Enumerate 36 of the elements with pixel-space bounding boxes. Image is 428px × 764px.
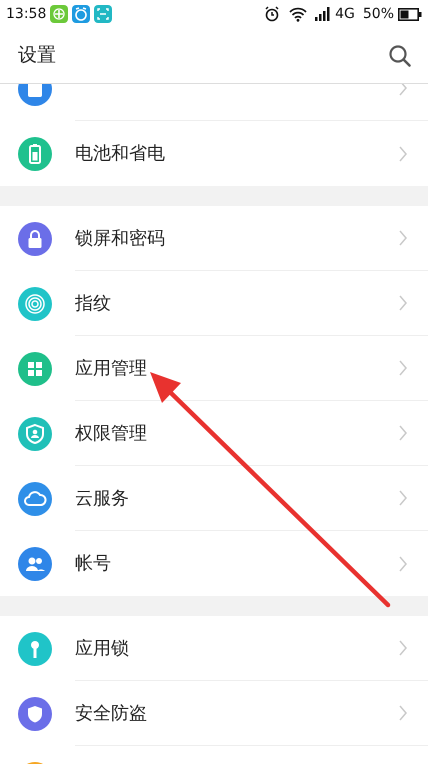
settings-item[interactable]: 云服务: [0, 466, 428, 531]
settings-item[interactable]: 帐号: [0, 531, 428, 596]
chevron-icon: [398, 359, 408, 377]
item-label: 安全防盗: [75, 702, 147, 726]
alarm-icon: [264, 6, 280, 22]
chevron-icon: [398, 294, 408, 312]
item-label: 帐号: [75, 552, 111, 576]
item-label: 应用管理: [75, 356, 147, 380]
settings-item[interactable]: 指纹: [0, 271, 428, 336]
item-label: 应用锁: [75, 636, 129, 660]
page-title: 设置: [18, 43, 56, 68]
network-type: 4G: [335, 4, 355, 24]
chevron-icon: [398, 144, 408, 162]
item-label: 指纹: [75, 292, 111, 316]
chevron-icon: [398, 639, 408, 657]
settings-item[interactable]: 电池和省电: [0, 121, 428, 186]
settings-item[interactable]: 锁屏和密码: [0, 206, 428, 271]
item-label: 权限管理: [75, 422, 147, 446]
chevron-icon: [398, 554, 408, 572]
status-time: 13:58: [6, 4, 46, 24]
search-icon[interactable]: [388, 44, 412, 68]
chevron-icon: [398, 424, 408, 442]
item-label: 电池和省电: [75, 142, 165, 166]
chevron-icon: [398, 84, 408, 97]
battery-percent: 50%: [362, 4, 394, 24]
item-label: 锁屏和密码: [75, 226, 165, 250]
wifi-icon: [288, 6, 308, 22]
settings-item[interactable]: 应用锁: [0, 616, 428, 681]
chevron-icon: [398, 229, 408, 247]
chevron-icon: [398, 489, 408, 507]
settings-item[interactable]: 安全防盗: [0, 681, 428, 746]
chevron-icon: [398, 704, 408, 722]
signal-icon: [315, 7, 332, 21]
item-label: 云服务: [75, 486, 129, 510]
settings-item[interactable]: 权限管理: [0, 401, 428, 466]
battery-icon: [398, 8, 422, 20]
